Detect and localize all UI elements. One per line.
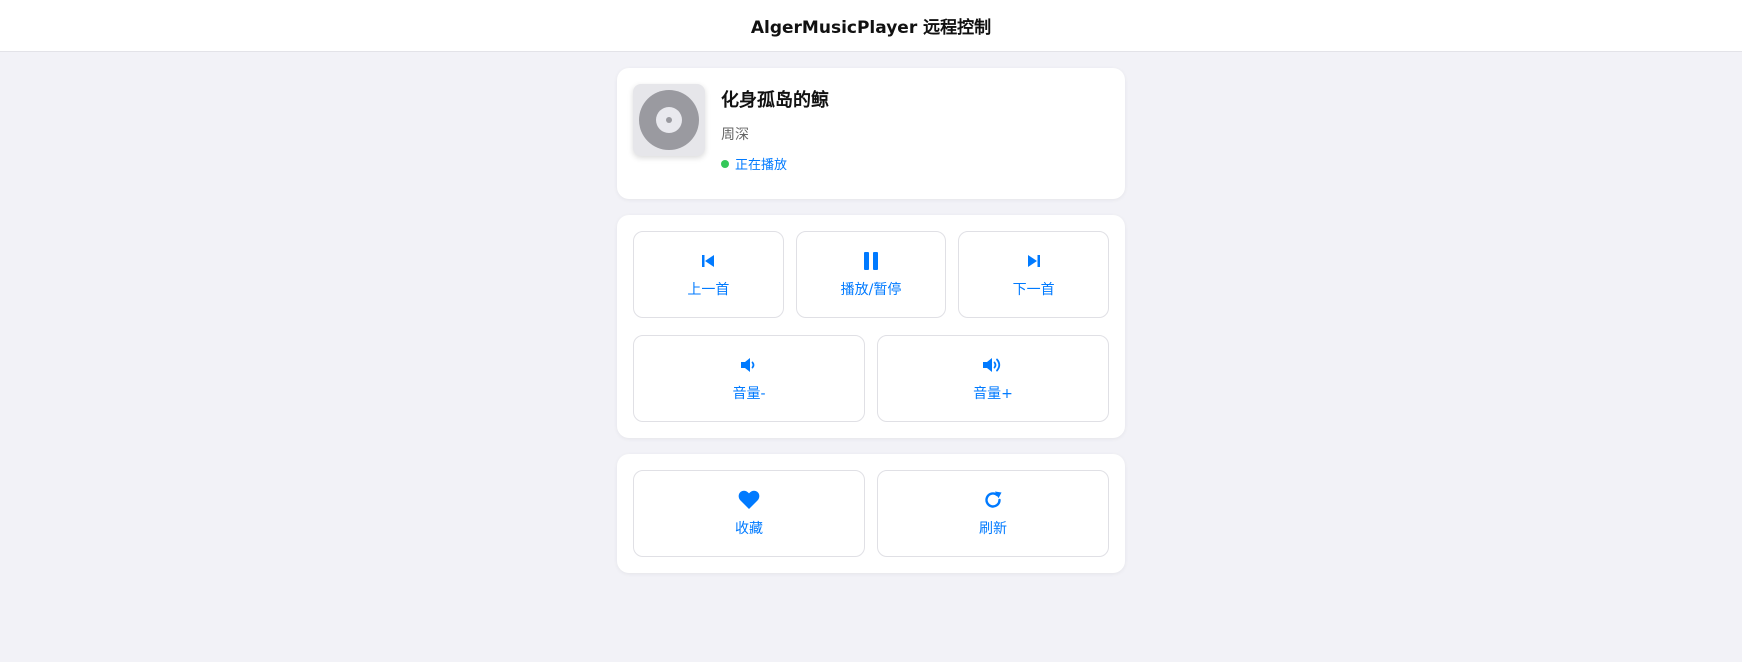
skip-forward-icon: [1027, 251, 1041, 271]
volume-down-icon: [740, 355, 758, 375]
artist-name: 周深: [721, 127, 749, 143]
song-title: 化身孤岛的鲸: [721, 90, 829, 111]
next-button[interactable]: 下一首: [958, 231, 1110, 318]
app-title: AlgerMusicPlayer 远程控制: [750, 18, 992, 38]
status-text: 正在播放: [735, 158, 788, 173]
favorite-button[interactable]: 收藏: [633, 470, 865, 557]
play-pause-button[interactable]: 播放/暂停: [795, 231, 947, 318]
album-cover: [633, 84, 705, 156]
refresh-button[interactable]: 刷新: [877, 470, 1109, 557]
skip-back-icon: [701, 251, 715, 271]
disc-icon: [639, 90, 699, 150]
status-dot: [721, 159, 729, 168]
volume-down-button[interactable]: 音量-: [633, 335, 865, 422]
track-info: 化身孤岛的鲸 周深 正在播放: [721, 84, 829, 183]
main-content: 化身孤岛的鲸 周深 正在播放 上一首 播放/暂停 下一首 音量- 音量+ 收藏 …: [617, 68, 1125, 573]
pause-icon: [863, 251, 879, 271]
prev-label: 上一首: [687, 281, 730, 298]
refresh-icon: [983, 490, 1003, 510]
volume-up-label: 音量+: [973, 385, 1013, 402]
app-header: AlgerMusicPlayer 远程控制: [0, 0, 1742, 52]
playback-controls-card: 上一首 播放/暂停 下一首 音量- 音量+: [617, 215, 1125, 438]
volume-down-label: 音量-: [732, 385, 766, 402]
play-status: 正在播放: [721, 154, 829, 173]
actions-card: 收藏 刷新: [617, 454, 1125, 573]
play-pause-label: 播放/暂停: [840, 281, 902, 298]
refresh-label: 刷新: [979, 520, 1007, 537]
volume-up-button[interactable]: 音量+: [877, 335, 1109, 422]
favorite-label: 收藏: [735, 520, 763, 537]
now-playing-card: 化身孤岛的鲸 周深 正在播放: [617, 68, 1125, 199]
heart-icon: [738, 490, 760, 510]
prev-button[interactable]: 上一首: [633, 231, 784, 318]
next-label: 下一首: [1012, 281, 1055, 298]
volume-up-icon: [982, 355, 1004, 375]
